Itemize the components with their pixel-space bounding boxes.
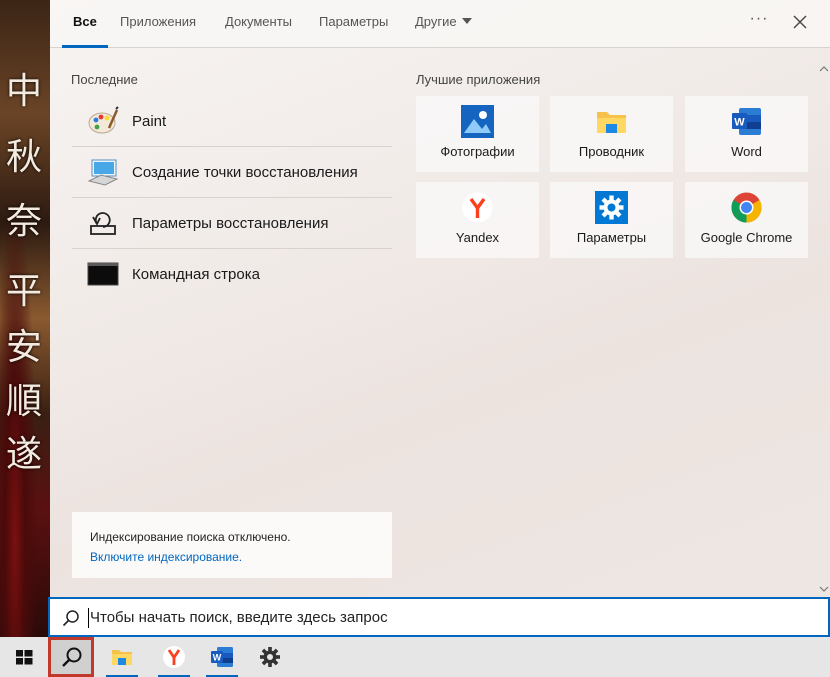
app-tile-file-explorer[interactable]: Проводник	[550, 96, 673, 172]
svg-text:W: W	[734, 117, 745, 129]
search-icon	[62, 610, 79, 627]
indexing-message: Индексирование поиска отключено.	[90, 530, 291, 544]
search-box[interactable]	[48, 597, 830, 637]
search-input[interactable]	[90, 604, 790, 630]
taskbar-yandex[interactable]	[150, 637, 198, 677]
app-tile-google-chrome[interactable]: Google Chrome	[685, 182, 808, 258]
tab-settings[interactable]: Параметры	[319, 14, 388, 48]
word-icon: W	[211, 647, 233, 667]
wallpaper-glyph: 遂	[5, 434, 42, 475]
command-prompt-icon	[87, 262, 119, 286]
scroll-up-icon[interactable]	[819, 64, 829, 74]
yandex-browser-icon	[462, 192, 493, 223]
tab-other-label: Другие	[415, 14, 457, 29]
recent-list: Paint Создание точки восстановления Пара…	[72, 96, 392, 300]
app-tile-yandex[interactable]: Yandex	[416, 182, 539, 258]
taskbar-search-button[interactable]	[48, 637, 94, 677]
file-explorer-icon	[597, 112, 626, 133]
recent-item-command-prompt[interactable]: Командная строка	[72, 249, 392, 300]
desktop-wallpaper: 中 秋 奈 平 安 順 遂	[0, 0, 50, 637]
chevron-down-icon	[461, 18, 472, 24]
close-icon	[793, 15, 807, 29]
taskbar-settings[interactable]	[246, 637, 294, 677]
app-tile-photos[interactable]: Фотографии	[416, 96, 539, 172]
recent-item-label: Командная строка	[132, 266, 260, 283]
indexing-notice: Индексирование поиска отключено. Включит…	[72, 512, 392, 578]
app-tile-word[interactable]: W Word	[685, 96, 808, 172]
yandex-browser-icon	[163, 646, 185, 668]
search-tabs: Все Приложения Документы Параметры Други…	[50, 0, 830, 48]
recent-item-create-restore-point[interactable]: Создание точки восстановления	[72, 147, 392, 198]
photos-icon	[461, 105, 494, 138]
recent-item-recovery-options[interactable]: Параметры восстановления	[72, 198, 392, 249]
word-icon: W	[732, 108, 761, 135]
settings-gear-icon	[260, 647, 280, 667]
paint-palette-icon	[88, 106, 119, 134]
system-protection-icon	[87, 159, 119, 186]
recent-item-paint[interactable]: Paint	[72, 96, 392, 147]
best-apps-title: Лучшие приложения	[416, 72, 541, 87]
wallpaper-glyph: 安	[5, 327, 42, 368]
recovery-icon	[90, 212, 116, 235]
start-button[interactable]	[0, 637, 48, 677]
app-tile-label: Проводник	[578, 144, 645, 159]
wallpaper-glyph: 平	[5, 271, 42, 312]
recent-item-label: Создание точки восстановления	[132, 164, 358, 181]
taskbar-file-explorer[interactable]	[98, 637, 146, 677]
search-panel: Все Приложения Документы Параметры Други…	[50, 0, 830, 637]
tab-apps[interactable]: Приложения	[120, 14, 196, 48]
scroll-down-icon[interactable]	[819, 584, 829, 594]
chrome-icon	[731, 192, 762, 223]
wallpaper-glyph: 秋	[5, 137, 42, 178]
app-tile-label: Фотографии	[440, 144, 515, 159]
wallpaper-glyph: 順	[5, 381, 42, 422]
wallpaper-glyph: 中	[5, 71, 42, 112]
recent-item-label: Параметры восстановления	[132, 215, 329, 232]
app-tile-label: Параметры	[576, 230, 647, 245]
windows-start-icon	[16, 650, 33, 665]
settings-gear-icon	[595, 191, 628, 224]
recent-item-label: Paint	[132, 113, 167, 130]
app-tile-label: Yandex	[455, 230, 500, 245]
svg-text:W: W	[213, 653, 222, 663]
app-tile-settings[interactable]: Параметры	[550, 182, 673, 258]
text-cursor	[88, 608, 89, 628]
app-tile-label: Google Chrome	[700, 230, 793, 245]
wallpaper-glyph: 奈	[5, 201, 42, 242]
taskbar-word[interactable]: W	[198, 637, 246, 677]
file-explorer-icon	[112, 650, 132, 665]
more-options-button[interactable]: ···	[748, 10, 770, 34]
app-tile-label: Word	[731, 144, 762, 159]
recent-title: Последние	[71, 72, 138, 87]
enable-indexing-link[interactable]: Включите индексирование.	[90, 550, 242, 564]
search-icon	[62, 647, 82, 667]
tab-documents[interactable]: Документы	[225, 14, 292, 48]
taskbar: W	[0, 637, 830, 677]
tab-all[interactable]: Все	[62, 14, 108, 48]
tab-other[interactable]: Другие	[415, 14, 472, 48]
close-button[interactable]	[788, 10, 812, 34]
